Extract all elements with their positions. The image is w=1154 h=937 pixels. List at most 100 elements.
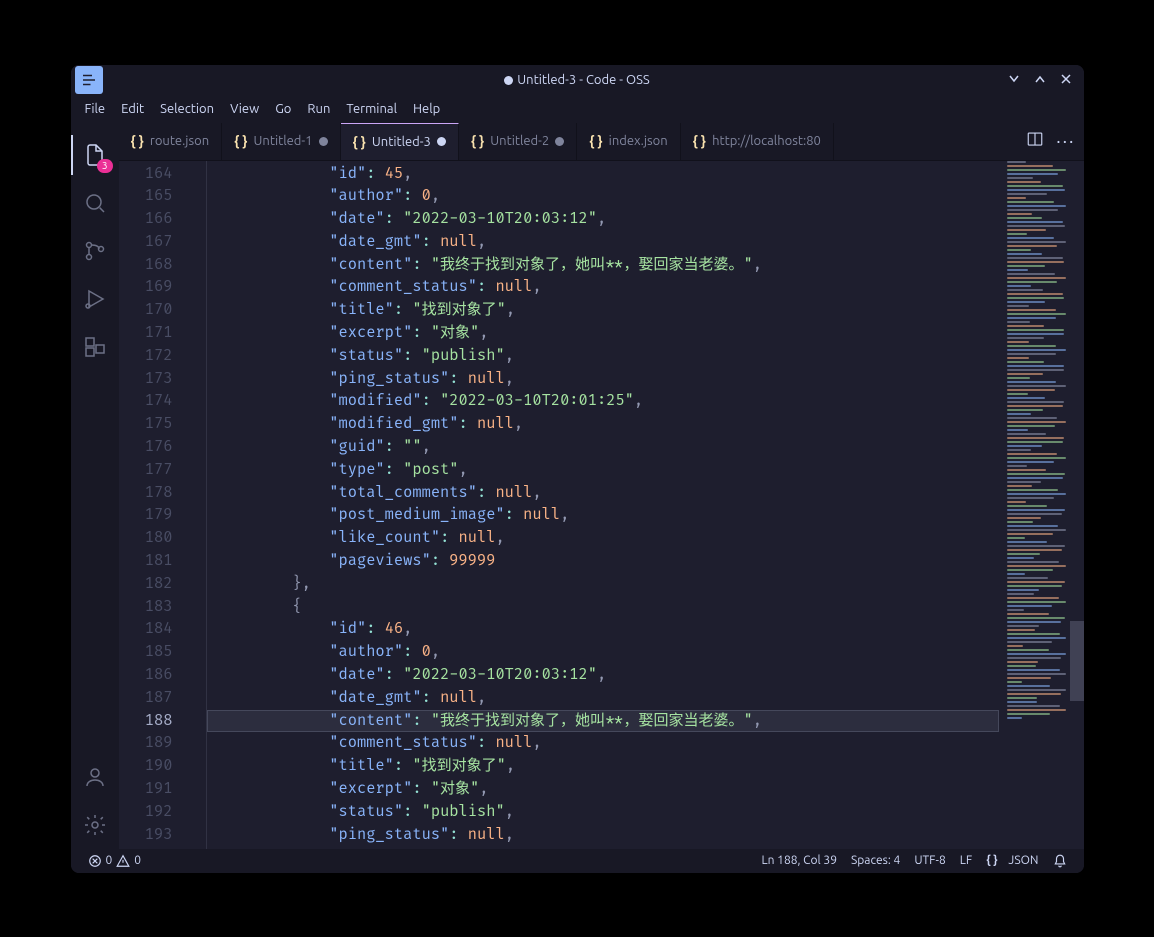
tab-bar: { }route.json{ }Untitled-1{ }Untitled-3{… [119,123,1084,161]
code-line[interactable]: "excerpt": "对象", [219,778,999,801]
tab-label: Untitled-3 [372,135,431,149]
menu-run[interactable]: Run [299,99,338,119]
code-line[interactable]: "modified": "2022-03-10T20:01:25", [219,390,999,413]
status-cursor-position[interactable]: Ln 188, Col 39 [754,854,844,867]
tab-untitled-2[interactable]: { }Untitled-2 [459,123,577,160]
tab-label: http://localhost:80 [712,134,821,148]
code-line[interactable]: "content": "我终于找到对象了，她叫**，娶回家当老婆。", [207,710,999,733]
json-file-icon: { } [131,133,144,149]
more-actions-icon[interactable]: ··· [1056,131,1075,151]
settings-icon[interactable] [71,801,119,849]
status-problems[interactable]: 0 0 [81,854,149,868]
app-window: Untitled-3 - Code - OSS FileEditSelectio… [71,65,1084,873]
line-number: 179 [119,504,173,527]
menu-selection[interactable]: Selection [152,99,222,119]
status-eol[interactable]: LF [953,854,979,867]
code-line[interactable]: "date_gmt": null, [219,231,999,254]
line-number: 170 [119,299,173,322]
code-line[interactable]: "title": "找到对象了", [219,755,999,778]
menu-view[interactable]: View [222,99,267,119]
explorer-icon[interactable]: 3 [71,131,119,179]
code-line[interactable]: "author": 0, [219,185,999,208]
code-line[interactable]: "status": "publish", [219,345,999,368]
line-number: 165 [119,185,173,208]
code-line[interactable]: "id": 46, [219,618,999,641]
code-line[interactable]: { [219,596,999,619]
unsaved-indicator-icon [504,76,513,85]
dirty-indicator-icon [437,137,446,146]
code-line[interactable]: "comment_status": null, [219,276,999,299]
source-control-icon[interactable] [71,227,119,275]
minimap[interactable] [999,161,1084,849]
code-line[interactable]: "excerpt": "对象", [219,322,999,345]
menu-go[interactable]: Go [267,99,299,119]
dirty-indicator-icon [555,137,564,146]
code-line[interactable]: "date": "2022-03-10T20:03:12", [219,664,999,687]
minimize-button[interactable] [1008,72,1020,88]
maximize-button[interactable] [1034,72,1046,88]
status-language[interactable]: { } JSON [979,854,1045,867]
code-line[interactable]: "total_comments": null, [219,482,999,505]
app-icon [75,66,103,94]
status-indentation[interactable]: Spaces: 4 [844,854,907,867]
status-notifications-icon[interactable] [1046,854,1074,868]
line-number: 185 [119,641,173,664]
line-number: 167 [119,231,173,254]
accounts-icon[interactable] [71,753,119,801]
tab-label: route.json [150,134,209,148]
menu-file[interactable]: File [77,99,114,119]
code-line[interactable]: "type": "post", [219,459,999,482]
code-line[interactable]: "date_gmt": null, [219,687,999,710]
code-line[interactable]: "pageviews": 99999 [219,550,999,573]
menu-terminal[interactable]: Terminal [338,99,405,119]
explorer-badge: 3 [97,159,113,173]
minimap-viewport[interactable] [1070,621,1084,701]
window-title: Untitled-3 - Code - OSS [71,73,1084,87]
code-line[interactable]: "status": "publish", [219,801,999,824]
editor[interactable]: 1641651661671681691701711721731741751761… [119,161,1084,849]
code-line[interactable]: "ping_status": null, [219,824,999,847]
code-line[interactable]: "title": "找到对象了", [219,299,999,322]
menu-edit[interactable]: Edit [113,99,152,119]
code-line[interactable]: "post_medium_image": null, [219,504,999,527]
tab-index-json[interactable]: { }index.json [577,123,680,160]
tab-http---localhost-80[interactable]: { }http://localhost:80 [681,123,834,160]
line-number: 178 [119,482,173,505]
code-line[interactable]: "id": 45, [219,163,999,186]
code-line[interactable]: "ping_status": null, [219,368,999,391]
status-encoding[interactable]: UTF-8 [907,854,952,867]
code-line[interactable]: "date": "2022-03-10T20:03:12", [219,208,999,231]
line-number: 180 [119,527,173,550]
dirty-indicator-icon [319,137,328,146]
code-line[interactable]: }, [219,573,999,596]
run-debug-icon[interactable] [71,275,119,323]
code-line[interactable]: "guid": "", [219,436,999,459]
split-editor-icon[interactable] [1026,130,1044,152]
code-line[interactable]: "comment_status": null, [219,732,999,755]
json-file-icon: { } [353,134,366,150]
line-number: 164 [119,163,173,186]
tab-untitled-1[interactable]: { }Untitled-1 [222,123,340,160]
line-number: 182 [119,573,173,596]
code-line[interactable]: "content": "我终于找到对象了，她叫**，娶回家当老婆。", [219,254,999,277]
line-number: 172 [119,345,173,368]
line-number: 192 [119,801,173,824]
code-content[interactable]: "id": 45, "author": 0, "date": "2022-03-… [207,161,999,849]
tab-untitled-3[interactable]: { } Untitled-3 [341,123,459,160]
tab-route-json[interactable]: { } route.json [119,123,223,160]
code-line[interactable]: "author": 0, [219,641,999,664]
json-file-icon: { } [471,133,484,149]
menu-help[interactable]: Help [405,99,448,119]
line-number: 169 [119,276,173,299]
warning-count: 0 [134,854,141,867]
line-number: 190 [119,755,173,778]
line-number: 184 [119,618,173,641]
menubar: FileEditSelectionViewGoRunTerminalHelp [71,95,1084,123]
code-line[interactable]: "like_count": null, [219,527,999,550]
close-button[interactable] [1060,72,1072,88]
search-icon[interactable] [71,179,119,227]
line-number-gutter: 1641651661671681691701711721731741751761… [119,161,191,849]
code-line[interactable]: "modified_gmt": null, [219,413,999,436]
extensions-icon[interactable] [71,323,119,371]
fold-column [191,161,207,849]
